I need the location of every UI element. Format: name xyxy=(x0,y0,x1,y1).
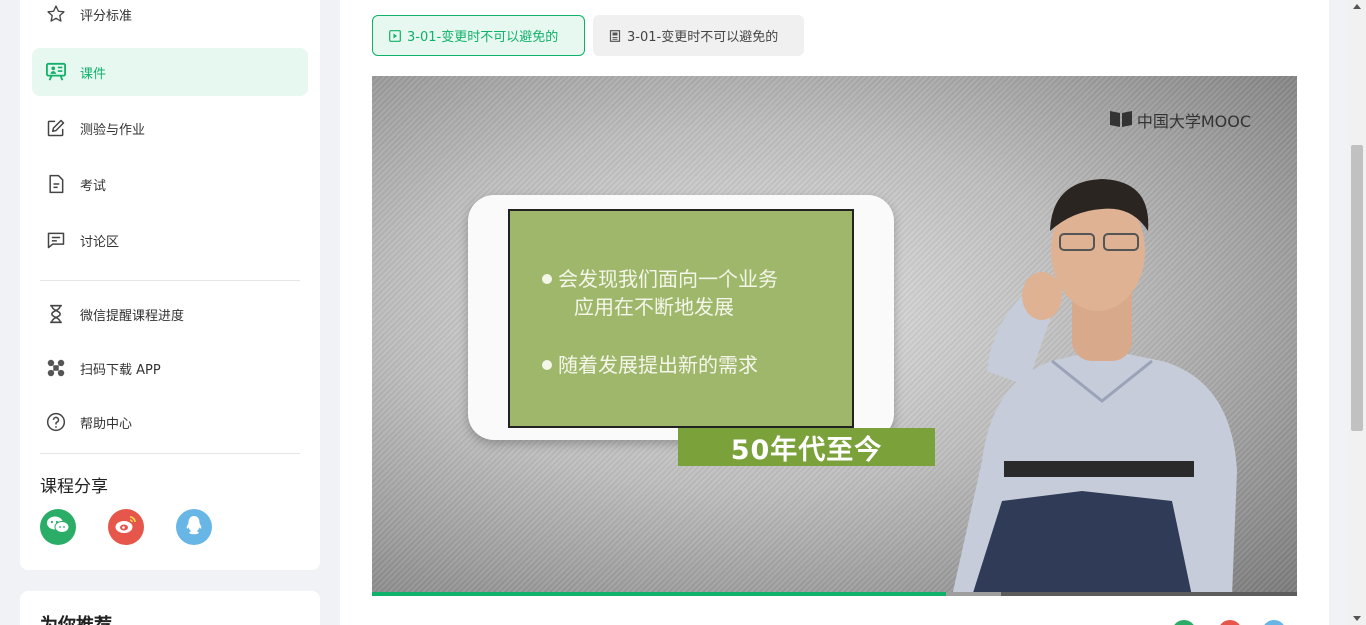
mini-share-wechat[interactable] xyxy=(1172,620,1196,625)
slide-screen: 会发现我们面向一个业务 应用在不断地发展 随着发展提出新的需求 xyxy=(508,209,854,428)
sidebar-item-exam[interactable]: 考试 xyxy=(32,160,308,208)
sidebar-item-label: 微信提醒课程进度 xyxy=(80,308,185,324)
star-icon xyxy=(44,2,68,26)
video-progress-fill xyxy=(372,592,946,596)
video-caption: 50年代至今 xyxy=(678,428,935,466)
tab-video[interactable]: 3-01-变更时不可以避免的 xyxy=(372,15,585,56)
scroll-down-icon[interactable] xyxy=(1353,616,1361,621)
main-content: 3-01-变更时不可以避免的 3-01-变更时不可以避免的 中国大学MOOC 会… xyxy=(340,0,1329,625)
tab-document[interactable]: 3-01-变更时不可以避免的 xyxy=(593,15,804,56)
sidebar-item-label: 帮助中心 xyxy=(80,416,133,432)
book-icon xyxy=(1109,109,1133,131)
edit-icon xyxy=(44,116,68,140)
tab-label: 3-01-变更时不可以避免的 xyxy=(627,30,779,45)
sidebar-item-label: 测验与作业 xyxy=(80,122,146,138)
share-wechat-button[interactable] xyxy=(40,509,76,545)
sidebar-item-help[interactable]: 帮助中心 xyxy=(32,398,308,446)
chat-icon xyxy=(44,228,68,252)
sidebar-item-label: 考试 xyxy=(80,178,107,194)
sidebar-divider xyxy=(40,453,300,454)
mini-share-weibo[interactable] xyxy=(1218,620,1242,625)
sidebar-item-grading[interactable]: 评分标准 xyxy=(32,0,308,38)
wechat-icon xyxy=(46,515,70,539)
video-buffer-bar xyxy=(945,592,1001,596)
tab-label: 3-01-变更时不可以避免的 xyxy=(407,30,559,45)
weibo-icon xyxy=(114,514,138,540)
share-title: 课程分享 xyxy=(40,477,108,497)
document-icon xyxy=(44,172,68,196)
sidebar-item-download-app[interactable]: 扫码下载 APP xyxy=(32,344,308,392)
brand-text: 中国大学MOOC xyxy=(1136,112,1251,131)
video-icon xyxy=(389,29,401,42)
sidebar-item-label: 扫码下载 APP xyxy=(80,362,161,378)
recommend-title: 为你推荐 xyxy=(40,611,112,625)
presenter-figure xyxy=(952,179,1237,593)
scrollbar-thumb[interactable] xyxy=(1351,145,1363,431)
slide-bullet-continuation: 应用在不断地发展 xyxy=(574,295,734,319)
app-icon xyxy=(44,356,68,380)
sidebar-item-label: 讨论区 xyxy=(80,234,120,250)
slide-bullet: 会发现我们面向一个业务 xyxy=(542,267,778,291)
brand-watermark: 中国大学MOOC xyxy=(1109,108,1251,132)
sidebar-item-label: 课件 xyxy=(80,66,107,82)
sidebar-divider xyxy=(40,280,300,281)
slide-bullet: 随着发展提出新的需求 xyxy=(542,353,758,377)
scroll-up-icon[interactable] xyxy=(1353,4,1361,9)
courseware-icon xyxy=(44,60,68,84)
sidebar-item-label: 评分标准 xyxy=(80,8,133,24)
share-qq-button[interactable] xyxy=(176,509,212,545)
mini-share-qq[interactable] xyxy=(1262,620,1286,625)
phone-illustration: 会发现我们面向一个业务 应用在不断地发展 随着发展提出新的需求 xyxy=(468,195,894,440)
page-scrollbar[interactable] xyxy=(1349,0,1366,625)
video-progress-bar[interactable] xyxy=(372,592,1297,596)
hourglass-icon xyxy=(44,302,68,326)
sidebar-item-quiz[interactable]: 测验与作业 xyxy=(32,104,308,152)
document-icon xyxy=(609,29,621,42)
sidebar-item-discussion[interactable]: 讨论区 xyxy=(32,216,308,264)
sidebar: 评分标准 课件 测验与作业 考试 讨论区 微信提醒课程进度 扫码下载 APP 帮… xyxy=(20,0,320,570)
sidebar-item-wechat-reminder[interactable]: 微信提醒课程进度 xyxy=(32,290,308,338)
qq-icon xyxy=(184,514,204,540)
video-player[interactable]: 中国大学MOOC 会发现我们面向一个业务 应用在不断地发展 随着发展提出新的需求… xyxy=(372,76,1297,593)
sidebar-item-courseware[interactable]: 课件 xyxy=(32,48,308,96)
help-icon xyxy=(44,410,68,434)
share-weibo-button[interactable] xyxy=(108,509,144,545)
recommend-card: 为你推荐 xyxy=(20,591,320,625)
